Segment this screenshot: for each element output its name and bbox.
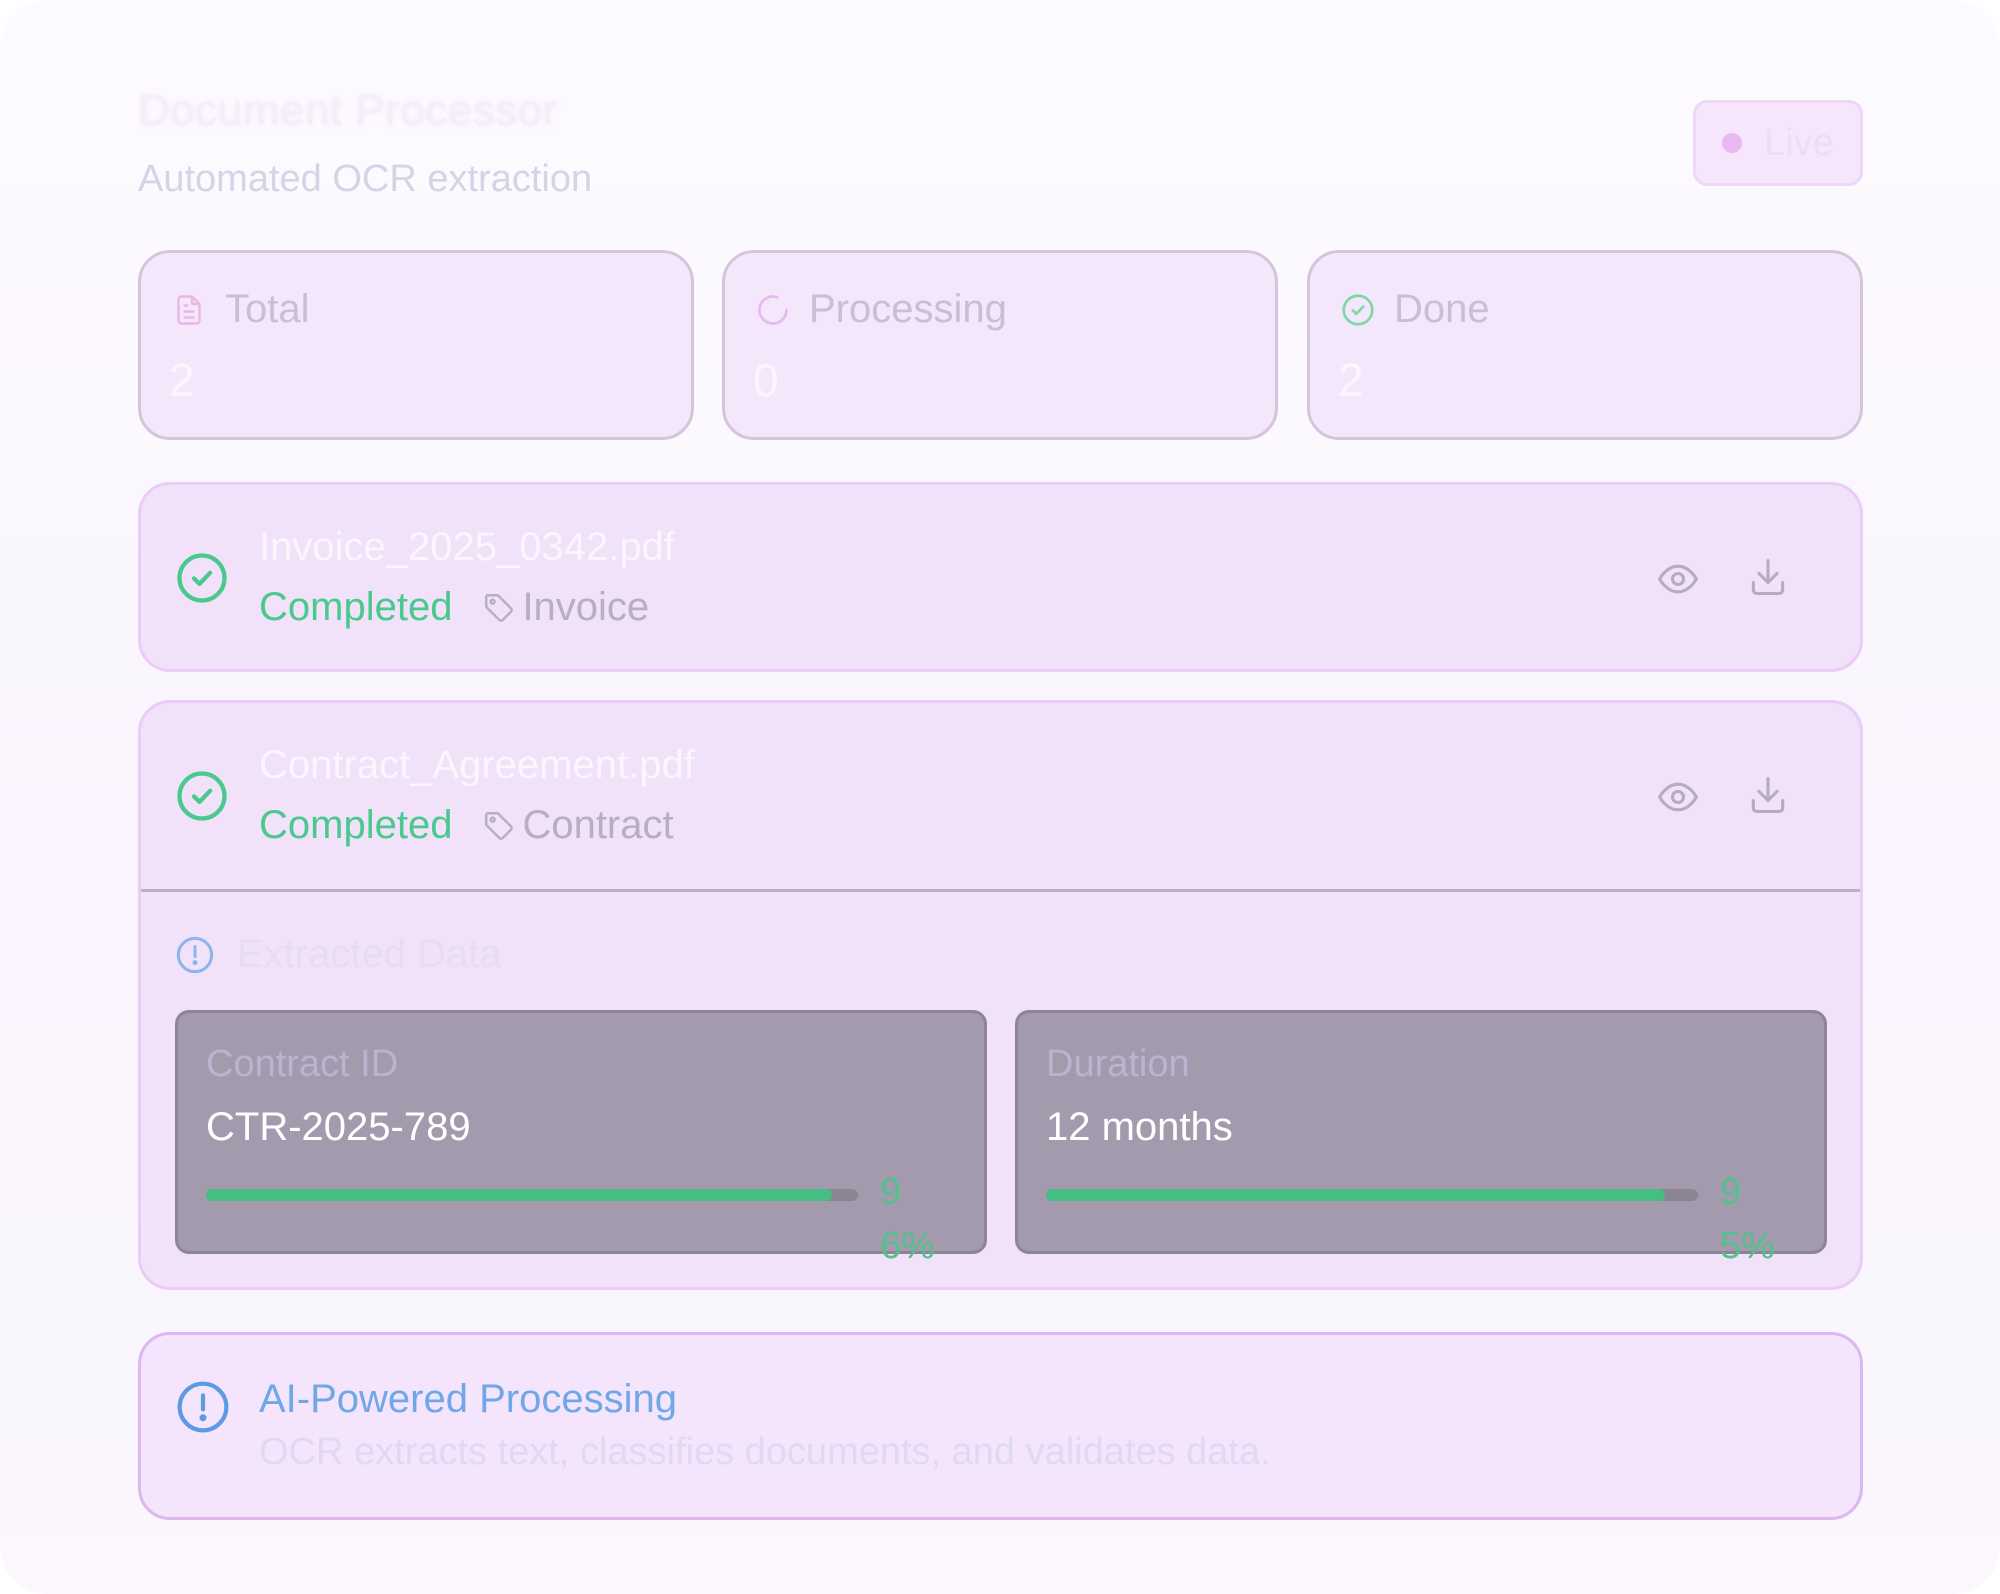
stat-label-processing: Processing	[809, 287, 1007, 331]
completed-check-icon	[177, 553, 227, 603]
stat-value-total: 2	[169, 354, 195, 406]
field-label: Duration	[1046, 1043, 1190, 1085]
alert-circle-icon	[176, 936, 214, 973]
document-row: Contract_Agreement.pdf Completed Contrac…	[141, 703, 1860, 889]
confidence-bar	[1046, 1189, 1698, 1201]
tag-label: Invoice	[522, 585, 650, 629]
download-icon[interactable]	[1746, 773, 1790, 817]
check-circle-icon	[1342, 293, 1374, 326]
document-meta: Completed Contract	[259, 803, 674, 848]
info-title: AI-Powered Processing	[259, 1377, 677, 1421]
document-row: Invoice_2025_0342.pdf Completed Invoice	[141, 485, 1860, 671]
page-title: Document Processor	[138, 86, 558, 135]
spinner-icon	[758, 294, 788, 325]
app-window: Document Processor Automated OCR extract…	[0, 0, 2000, 1594]
document-name: Contract_Agreement.pdf	[259, 743, 695, 787]
info-description: OCR extracts text, classifies documents,…	[259, 1431, 1271, 1473]
extracted-data-panel: Extracted Data Contract ID CTR-2025-789 …	[141, 892, 1860, 1290]
document-type-tag: Contract	[482, 803, 674, 848]
document-meta: Completed Invoice	[259, 585, 649, 630]
document-card[interactable]: Invoice_2025_0342.pdf Completed Invoice	[138, 482, 1863, 672]
tag-label: Contract	[522, 803, 674, 847]
extracted-field-card: Contract ID CTR-2025-789 96%	[175, 1010, 987, 1267]
document-icon	[177, 294, 201, 325]
info-banner: AI-Powered Processing OCR extracts text,…	[138, 1332, 1863, 1520]
stat-card-processing: Processing 0	[722, 250, 1278, 440]
page-header: Document Processor Automated OCR extract…	[138, 86, 1863, 206]
extracted-data-header: Extracted Data	[175, 932, 502, 977]
view-eye-icon[interactable]	[1656, 557, 1700, 601]
document-type-tag: Invoice	[482, 585, 649, 630]
stat-label-done: Done	[1394, 287, 1490, 331]
extracted-field-card: Duration 12 months 95%	[1015, 1010, 1827, 1267]
stat-header-done: Done	[1340, 287, 1490, 332]
view-eye-icon[interactable]	[1656, 775, 1700, 819]
status-badge: Completed	[259, 585, 453, 629]
field-value: CTR-2025-789	[206, 1105, 471, 1149]
status-badge: Completed	[259, 803, 453, 847]
stat-value-done: 2	[1338, 354, 1364, 406]
confidence-value: 95%	[1720, 1171, 1775, 1267]
extracted-data-title: Extracted Data	[237, 932, 502, 976]
info-circle-icon	[177, 1381, 229, 1433]
tag-icon	[485, 593, 514, 622]
document-name: Invoice_2025_0342.pdf	[259, 525, 675, 569]
stat-card-done: Done 2	[1307, 250, 1863, 440]
page-subtitle: Automated OCR extraction	[138, 158, 593, 200]
confidence-bar-fill	[1046, 1189, 1666, 1201]
stat-header-total: Total	[171, 287, 310, 332]
completed-check-icon	[177, 771, 227, 821]
field-label: Contract ID	[206, 1043, 399, 1085]
confidence-bar-fill	[206, 1189, 832, 1201]
download-icon[interactable]	[1746, 555, 1790, 599]
document-card-expanded[interactable]: Contract_Agreement.pdf Completed Contrac…	[138, 700, 1863, 1290]
field-value: 12 months	[1046, 1105, 1233, 1149]
stat-value-processing: 0	[753, 354, 779, 406]
live-status-badge: Live	[1693, 100, 1863, 186]
confidence-value: 96%	[880, 1171, 935, 1267]
stat-header-processing: Processing	[755, 287, 1007, 332]
stat-label-total: Total	[225, 287, 310, 331]
confidence-bar	[206, 1189, 858, 1201]
stat-card-total: Total 2	[138, 250, 694, 440]
stats-row: Total 2 Processing 0 Done 2	[138, 250, 1863, 440]
live-dot-icon	[1722, 133, 1743, 153]
tag-icon	[485, 811, 514, 840]
live-label: Live	[1764, 121, 1834, 164]
